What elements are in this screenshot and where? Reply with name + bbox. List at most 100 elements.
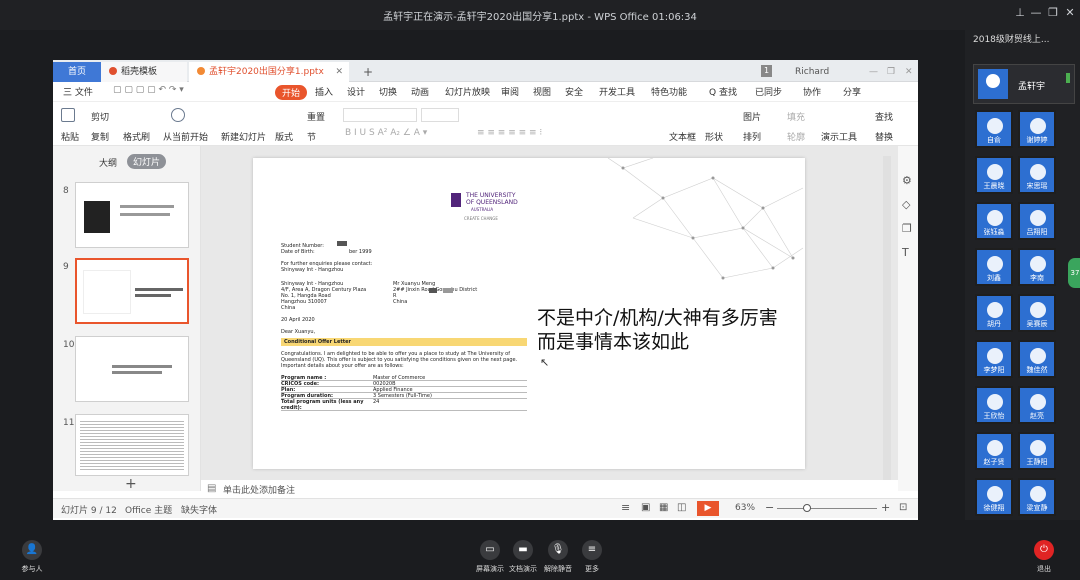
participant-tile[interactable]: 魏佳然 [1018, 340, 1056, 378]
participant-tile[interactable]: 吕翔阳 [1018, 202, 1056, 240]
fill-button[interactable]: 填充 [787, 110, 805, 123]
new-tab-button[interactable]: + [355, 62, 381, 82]
menu-design[interactable]: 设计 [347, 85, 365, 98]
textbox-button[interactable]: 文本框 [669, 130, 696, 143]
font-style-icons[interactable]: B I U S A² A₂ ∠ A ▾ [345, 128, 427, 138]
participant-tile[interactable]: 梁宣静 [1018, 478, 1056, 516]
tab-home[interactable]: 首页 [53, 62, 101, 82]
new-slide-button[interactable]: 新建幻灯片 [221, 130, 266, 143]
unmute-button[interactable]: 🎙 解除静音 [540, 540, 576, 574]
menu-slideshow[interactable]: 幻灯片放映 [445, 85, 490, 98]
slide-thumb-9[interactable] [75, 258, 189, 324]
menu-animation[interactable]: 动画 [411, 85, 429, 98]
participant-tile[interactable]: 王静阳 [1018, 432, 1056, 470]
tab-close-window-icon[interactable]: ✕ [897, 62, 918, 82]
notes-toggle-icon[interactable]: ≡ [621, 501, 630, 514]
section-button[interactable]: 节 [307, 130, 316, 143]
slide-thumbnail-pane: 大纲 幻灯片 8 9 10 11 + [53, 146, 201, 492]
play-slideshow-button[interactable]: ▶ [697, 501, 719, 516]
participant-tile[interactable]: 张钰淼 [975, 202, 1013, 240]
participant-tile[interactable]: 李南 [1018, 248, 1056, 286]
zoom-out-icon[interactable]: − [765, 501, 774, 514]
paragraph-icons[interactable]: ≡ ≡ ≡ ≡ ≡ ≡ ⁝ [477, 128, 542, 138]
menu-security[interactable]: 安全 [565, 85, 583, 98]
normal-view-icon[interactable]: ▣ [641, 502, 650, 513]
zoom-slider-handle[interactable] [803, 504, 811, 512]
slide-thumb-11[interactable] [75, 414, 189, 476]
missing-font[interactable]: 缺失字体 [181, 503, 217, 516]
zoom-slider[interactable] [777, 508, 877, 509]
participant-tile[interactable]: 胡丹 [975, 294, 1013, 332]
participant-tile[interactable]: 谢婷婷 [1018, 110, 1056, 148]
screen-share-button[interactable]: ▭ 屏幕演示 [472, 540, 508, 574]
slide-main-text[interactable]: 不是中介/机构/大神有多厉害 而是事情本该如此 [537, 306, 778, 354]
tab-template[interactable]: 稻壳模板 [101, 62, 187, 82]
play-icon[interactable] [171, 108, 187, 122]
participants-button[interactable]: 👤 参与人 [14, 540, 50, 574]
slides-tab[interactable]: 幻灯片 [127, 154, 167, 169]
menu-search[interactable]: Q 查找 [709, 85, 737, 98]
fit-window-icon[interactable]: ⊡ [899, 502, 907, 513]
find-button[interactable]: 查找 [875, 110, 893, 123]
tab-close-icon[interactable]: ✕ [335, 62, 343, 82]
shape-tool-icon[interactable]: ◇ [902, 198, 910, 211]
outline-tab[interactable]: 大纲 [99, 156, 117, 169]
format-painter-button[interactable]: 格式刷 [123, 130, 150, 143]
arrange-button[interactable]: 排列 [743, 130, 761, 143]
copy-tool-icon[interactable]: ❐ [902, 222, 912, 235]
menu-file[interactable]: 三 文件 [63, 85, 93, 98]
picture-button[interactable]: 图片 [743, 110, 761, 123]
presenter-tile[interactable]: 孟轩宇 [973, 64, 1075, 104]
more-button[interactable]: ≡ 更多 [574, 540, 610, 574]
participant-tile[interactable]: 王欣怡 [975, 386, 1013, 424]
add-slide-button[interactable]: + [125, 476, 137, 492]
participant-tile[interactable]: 自俞 [975, 110, 1013, 148]
participant-tile[interactable]: 刘鑫 [975, 248, 1013, 286]
participant-tile[interactable]: 宋思瑶 [1018, 156, 1056, 194]
leave-button[interactable]: ⏻ 退出 [1026, 540, 1062, 574]
participant-tile[interactable]: 吴赛辰 [1018, 294, 1056, 332]
settings-tool-icon[interactable]: ⚙ [902, 174, 912, 187]
participant-tile[interactable]: 赵子贤 [975, 432, 1013, 470]
menu-transition[interactable]: 切换 [379, 85, 397, 98]
participant-tile[interactable]: 王晨晓 [975, 156, 1013, 194]
play-from-current-button[interactable]: 从当前开始 [163, 130, 208, 143]
reading-view-icon[interactable]: ◫ [677, 502, 686, 513]
outline-button[interactable]: 轮廓 [787, 130, 805, 143]
reset-button[interactable]: 重置 [307, 110, 325, 123]
slide-thumb-10[interactable] [75, 336, 189, 402]
menu-start[interactable]: 开始 [275, 85, 308, 100]
shape-button[interactable]: 形状 [705, 130, 723, 143]
font-size-select[interactable] [421, 108, 459, 122]
current-slide[interactable]: THE UNIVERSITY OF QUEENSLAND AUSTRALIA C… [253, 158, 805, 469]
tab-file[interactable]: 孟轩宇2020出国分享1.pptx ✕ [189, 62, 349, 82]
menu-view[interactable]: 视图 [533, 85, 551, 98]
present-tools-button[interactable]: 演示工具 [821, 130, 857, 143]
sorter-view-icon[interactable]: ▦ [659, 502, 668, 513]
paste-button[interactable] [61, 108, 77, 122]
side-badge[interactable]: 37 [1068, 258, 1080, 288]
sync-status[interactable]: 已同步 [755, 85, 782, 98]
menu-review[interactable]: 审阅 [501, 85, 519, 98]
cut-button[interactable]: 剪切 [91, 110, 109, 123]
zoom-level[interactable]: 63% [735, 503, 755, 513]
slide-thumb-8[interactable] [75, 182, 189, 248]
menu-insert[interactable]: 插入 [315, 85, 333, 98]
menu-devtools[interactable]: 开发工具 [599, 85, 635, 98]
vertical-scrollbar[interactable] [883, 156, 891, 481]
layout-button[interactable]: 版式 [275, 130, 293, 143]
doc-share-button[interactable]: ▬ 文档演示 [505, 540, 541, 574]
menu-features[interactable]: 特色功能 [651, 85, 687, 98]
text-tool-icon[interactable]: T [902, 246, 909, 259]
share-button[interactable]: 分享 [843, 85, 861, 98]
notes-bar[interactable]: ▤ 单击此处添加备注 [201, 480, 898, 498]
replace-button[interactable]: 替换 [875, 130, 893, 143]
user-name[interactable]: Richard [787, 62, 837, 82]
participant-tile[interactable]: 李梦阳 [975, 340, 1013, 378]
copy-button[interactable]: 复制 [91, 130, 109, 143]
collab-button[interactable]: 协作 [803, 85, 821, 98]
participant-tile[interactable]: 赵亮 [1018, 386, 1056, 424]
participant-tile[interactable]: 徐健翔 [975, 478, 1013, 516]
font-family-select[interactable] [343, 108, 417, 122]
zoom-in-icon[interactable]: + [881, 501, 890, 514]
